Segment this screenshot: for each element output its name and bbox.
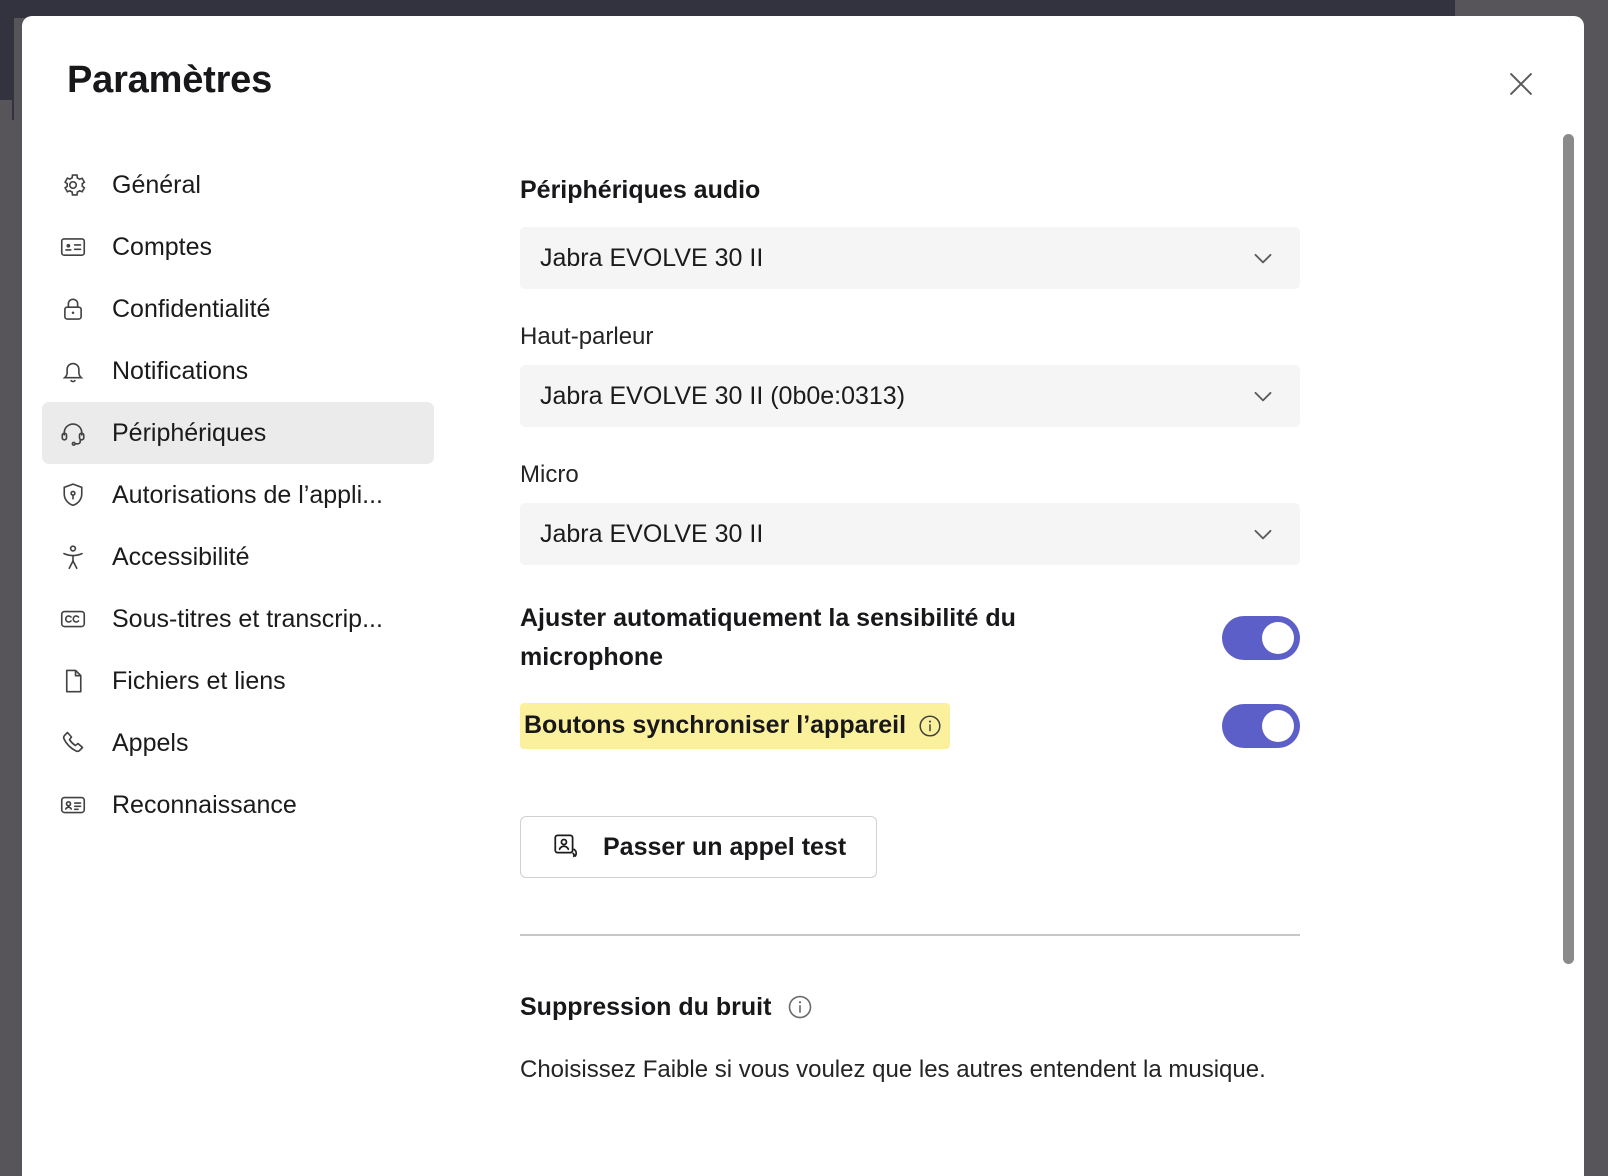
bell-icon [56,354,90,388]
sync-device-buttons-toggle[interactable] [1222,704,1300,748]
sidebar-item-general[interactable]: Général [42,154,434,216]
noise-suppression-heading-row: Suppression du bruit [520,992,1524,1022]
dialog-body: Général Comptes Confidentialité Notifica… [22,154,1584,1176]
closed-caption-icon [56,602,90,636]
sidebar-item-app-permissions[interactable]: Autorisations de l’appli... [42,464,434,526]
id-card-icon [56,230,90,264]
gear-icon [56,168,90,202]
sidebar-item-label: Sous-titres et transcrip... [112,604,383,633]
close-button[interactable] [1498,62,1544,108]
noise-suppression-title: Suppression du bruit [520,992,772,1021]
sidebar-item-accounts[interactable]: Comptes [42,216,434,278]
app-chrome-left-edge [0,100,12,1176]
info-icon[interactable] [785,992,815,1022]
scrollbar-thumb[interactable] [1563,134,1574,964]
audio-device-select[interactable]: Jabra EVOLVE 30 II [520,227,1300,289]
speaker-select[interactable]: Jabra EVOLVE 30 II (0b0e:0313) [520,365,1300,427]
sidebar-item-label: Périphériques [112,418,267,447]
sidebar-item-notifications[interactable]: Notifications [42,340,434,402]
devices-settings-panel: Périphériques audio Jabra EVOLVE 30 II H… [452,154,1584,1176]
toggle-knob [1262,621,1294,654]
chevron-down-icon [1248,519,1278,549]
audio-device-value: Jabra EVOLVE 30 II [540,243,764,272]
sidebar-item-label: Accessibilité [112,542,250,571]
accessibility-icon [56,540,90,574]
microphone-label: Micro [520,461,579,488]
sidebar-item-label: Notifications [112,356,249,385]
auto-mic-sensitivity-label: Ajuster automatiquement la sensibilité d… [520,604,1016,671]
speaker-label: Haut-parleur [520,323,654,350]
dialog-header: Paramètres [22,16,1584,154]
shield-key-icon [56,478,90,512]
person-call-icon [551,830,583,865]
sync-device-buttons-highlight: Boutons synchroniser l’appareil [520,703,951,749]
sidebar-item-calls[interactable]: Appels [42,712,434,774]
noise-suppression-description: Choisissez Faible si vous voulez que les… [520,1056,1266,1083]
sidebar-item-label: Reconnaissance [112,790,297,819]
chevron-down-icon [1248,381,1278,411]
sidebar-item-accessibility[interactable]: Accessibilité [42,526,434,588]
section-divider [520,934,1300,936]
sync-device-buttons-label-wrap: Boutons synchroniser l’appareil [520,703,951,749]
document-icon [56,664,90,698]
close-icon [1504,67,1538,104]
microphone-value: Jabra EVOLVE 30 II [540,519,764,548]
sidebar-item-files-links[interactable]: Fichiers et liens [42,650,434,712]
page-title: Paramètres [67,59,273,101]
headset-icon [56,416,90,450]
chevron-down-icon [1248,243,1278,273]
sidebar-item-label: Appels [112,728,189,757]
make-test-call-button[interactable]: Passer un appel test [520,816,878,878]
sidebar-item-label: Général [112,170,201,199]
settings-dialog: Paramètres Général Comptes Confidentiali… [22,16,1584,1176]
auto-mic-sensitivity-row: Ajuster automatiquement la sensibilité d… [520,599,1300,676]
make-test-call-label: Passer un appel test [603,832,847,861]
sidebar-item-label: Fichiers et liens [112,666,286,695]
recognition-icon [56,788,90,822]
microphone-select[interactable]: Jabra EVOLVE 30 II [520,503,1300,565]
sidebar-item-recognition[interactable]: Reconnaissance [42,774,434,836]
sidebar-item-captions-transcripts[interactable]: Sous-titres et transcrip... [42,588,434,650]
settings-sidebar: Général Comptes Confidentialité Notifica… [22,154,452,1176]
toggle-knob [1262,710,1294,742]
speaker-value: Jabra EVOLVE 30 II (0b0e:0313) [540,381,906,410]
auto-mic-sensitivity-toggle[interactable] [1222,615,1300,660]
audio-devices-heading: Périphériques audio [520,176,761,204]
phone-icon [56,726,90,760]
info-icon[interactable] [916,712,944,740]
sync-device-buttons-row: Boutons synchroniser l’appareil [520,698,1300,754]
sidebar-item-devices[interactable]: Périphériques [42,402,434,464]
sidebar-item-label: Confidentialité [112,294,271,323]
app-chrome-right-edge [1596,0,1608,1176]
lock-icon [56,292,90,326]
dialog-scrollbar[interactable] [1562,16,1576,1176]
sidebar-item-label: Autorisations de l’appli... [112,480,383,509]
sync-device-buttons-label: Boutons synchroniser l’appareil [524,711,907,740]
sidebar-item-label: Comptes [112,232,213,261]
sidebar-item-privacy[interactable]: Confidentialité [42,278,434,340]
